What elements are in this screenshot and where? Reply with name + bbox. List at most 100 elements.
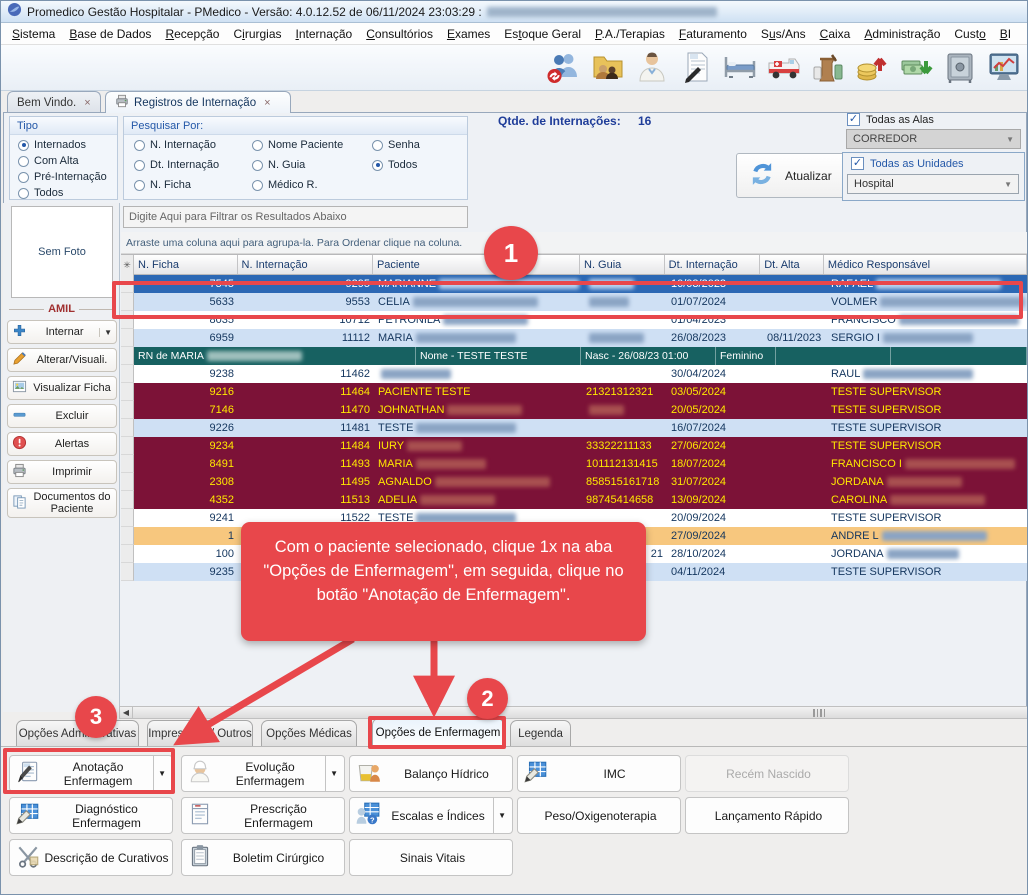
button-evolu-o-enfermagem[interactable]: Evolução Enfermagem▼	[181, 755, 345, 792]
radio-m-dico-r.[interactable]: Médico R.	[252, 179, 318, 191]
menu-item-caixa[interactable]: Caixa	[813, 25, 858, 43]
tab-registros-de-interna-o[interactable]: Registros de Internação×	[105, 91, 291, 113]
toolbar-contract-icon[interactable]	[676, 49, 716, 89]
menu-item-sistema[interactable]: Sistema	[5, 25, 62, 43]
bottom-tab-op-es-de-enfermagem[interactable]: Opções de Enfermagem	[372, 718, 504, 746]
bottom-tab-op-es-adminstrativas[interactable]: Opções Adminstrativas	[16, 720, 139, 746]
table-row[interactable]: 435211513ADELIA9874541465813/09/2024CARO…	[121, 491, 1027, 509]
horizontal-splitter[interactable]: ◀	[119, 706, 1028, 719]
table-row[interactable]: 92381146230/04/2024RAUL	[121, 365, 1027, 383]
radio-nome-paciente[interactable]: Nome Paciente	[252, 139, 343, 151]
sidebar-button-documentos-do-paciente[interactable]: Documentos do Paciente	[7, 488, 117, 518]
chevron-down-icon[interactable]: ▼	[153, 756, 170, 791]
scroll-left-icon[interactable]: ◀	[120, 707, 133, 718]
button-imc[interactable]: IMC	[517, 755, 681, 792]
radio-todos[interactable]: Todos	[372, 159, 417, 171]
toolbar-ambulance-icon[interactable]	[764, 49, 804, 89]
toolbar-money-down-icon[interactable]	[896, 49, 936, 89]
sidebar-button-alertas[interactable]: Alertas	[7, 432, 117, 456]
table-row[interactable]: 922611481TESTE16/07/2024TESTE SUPERVISOR	[121, 419, 1027, 437]
menu-item-custo[interactable]: Custo	[947, 25, 992, 43]
table-row[interactable]: 924111522TESTE20/09/2024TESTE SUPERVISOR	[121, 509, 1027, 527]
bottom-tab-legenda[interactable]: Legenda	[510, 720, 571, 746]
menu-item-administra-o[interactable]: Administração	[857, 25, 947, 43]
button-escalas-e-ndices[interactable]: ?Escalas e Índices▼	[349, 797, 513, 834]
menu-item-sus-ans[interactable]: Sus/Ans	[754, 25, 813, 43]
button-diagn-stico-enfermagem[interactable]: Diagnóstico Enfermagem	[9, 797, 173, 834]
table-row[interactable]: 56339553CELIA01/07/2024VOLMER	[121, 293, 1027, 311]
menu-item-recep-o[interactable]: Recepção	[158, 25, 226, 43]
filter-input[interactable]: Digite Aqui para Filtrar os Resultados A…	[123, 206, 468, 228]
menu-item-interna-o[interactable]: Internação	[289, 25, 360, 43]
table-row[interactable]: 75459295MARIANNE10/03/2023RAFAEL	[121, 275, 1027, 293]
menu-item-exames[interactable]: Exames	[440, 25, 497, 43]
toolbar-pharmacy-icon[interactable]	[808, 49, 848, 89]
radio-n.-interna-o[interactable]: N. Internação	[134, 139, 216, 151]
table-row[interactable]: 849111493MARIA10111213141518/07/2024FRAN…	[121, 455, 1027, 473]
menu-item-p-a-terapias[interactable]: P.A./Terapias	[588, 25, 672, 43]
table-row[interactable]: 714611470JOHNATHAN20/05/2024TESTE SUPERV…	[121, 401, 1027, 419]
radio-todos[interactable]: Todos	[18, 187, 117, 199]
bottom-tab-op-es-m-dicas[interactable]: Opções Médicas	[261, 720, 357, 746]
button-prescri-o-enfermagem[interactable]: Prescrição Enfermagem	[181, 797, 345, 834]
column-header-n-ficha[interactable]: N. Ficha	[134, 255, 238, 274]
radio-senha[interactable]: Senha	[372, 139, 420, 151]
radio-internados[interactable]: Internados	[18, 139, 117, 151]
atualizar-button[interactable]: Atualizar	[736, 153, 856, 198]
unidade-select[interactable]: Hospital ▼	[847, 174, 1019, 194]
menu-item-cirurgias[interactable]: Cirurgias	[226, 25, 288, 43]
bottom-tab-impress-es-outros[interactable]: Impressões / Outros	[147, 720, 253, 746]
menu-item-consult-rios[interactable]: Consultórios	[359, 25, 440, 43]
table-row[interactable]: 695911112MARIA26/08/202308/11/2023SERGIO…	[121, 329, 1027, 347]
button-descri-o-de-curativos[interactable]: Descrição de Curativos	[9, 839, 173, 876]
button-lan-amento-r-pido[interactable]: Lançamento Rápido	[685, 797, 849, 834]
radio-com-alta[interactable]: Com Alta	[18, 155, 117, 167]
column-header-dt-alta[interactable]: Dt. Alta	[760, 255, 824, 274]
menu-item-base-de-dados[interactable]: Base de Dados	[62, 25, 158, 43]
radio-n.-guia[interactable]: N. Guia	[252, 159, 305, 171]
menu-item-faturamento[interactable]: Faturamento	[672, 25, 754, 43]
todas-unidades-checkbox[interactable]: ✓ Todas as Unidades	[851, 157, 964, 170]
column-header-paciente[interactable]: Paciente	[373, 255, 580, 274]
radio-pré-internaç-o[interactable]: Pré-Internação	[18, 171, 117, 183]
sidebar-button-visualizar-ficha[interactable]: Visualizar Ficha	[7, 376, 117, 400]
menu-item-estoque-geral[interactable]: Estoque Geral	[497, 25, 588, 43]
ala-select[interactable]: CORREDOR ▼	[846, 129, 1021, 149]
table-row[interactable]: RN de MARIANome - TESTE TESTENasc - 26/0…	[121, 347, 1027, 365]
column-header-m-dico-respons-vel[interactable]: Médico Responsável	[824, 255, 1027, 274]
button-anota-o-enfermagem[interactable]: Anotação Enfermagem▼	[9, 755, 173, 792]
table-row[interactable]: 923411484IURY3332221113327/06/2024TESTE …	[121, 437, 1027, 455]
column-header-dt-interna-o[interactable]: Dt. Internação	[665, 255, 761, 274]
toolbar-doctor-icon[interactable]	[632, 49, 672, 89]
toolbar-money-up-icon[interactable]	[852, 49, 892, 89]
todas-alas-checkbox[interactable]: ✓ Todas as Alas	[847, 113, 934, 126]
button-balan-o-h-drico[interactable]: Balanço Hídrico	[349, 755, 513, 792]
menu-item-bi[interactable]: BI	[993, 25, 1018, 43]
sidebar-button-alterar-visuali-[interactable]: Alterar/Visuali.	[7, 348, 117, 372]
chevron-down-icon[interactable]: ▼	[99, 328, 114, 337]
sidebar-button-excluir[interactable]: Excluir	[7, 404, 117, 428]
column-header-n-guia[interactable]: N. Guia	[580, 255, 665, 274]
chevron-down-icon[interactable]: ▼	[493, 798, 510, 833]
table-row[interactable]: 921611464PACIENTE TESTE2132131232103/05/…	[121, 383, 1027, 401]
toolbar-hospital-bed-icon[interactable]	[720, 49, 760, 89]
close-icon[interactable]: ×	[84, 97, 90, 109]
column-header-n-interna-o[interactable]: N. Internação	[238, 255, 373, 274]
toolbar-bi-chart-icon[interactable]	[984, 49, 1024, 89]
toolbar-folder-users-icon[interactable]	[588, 49, 628, 89]
toolbar-safe-icon[interactable]	[940, 49, 980, 89]
radio-n.-ficha[interactable]: N. Ficha	[134, 179, 191, 191]
button-sinais-vitais[interactable]: Sinais Vitais	[349, 839, 513, 876]
sidebar-button-imprimir[interactable]: Imprimir	[7, 460, 117, 484]
close-icon[interactable]: ×	[264, 97, 270, 109]
table-row[interactable]: 923504/11/2024TESTE SUPERVISOR	[121, 563, 1027, 581]
chevron-down-icon[interactable]: ▼	[325, 756, 342, 791]
sidebar-button-internar[interactable]: Internar▼	[7, 320, 117, 344]
table-row[interactable]: 803510712PETRONILA01/04/2023FRANCISCO	[121, 311, 1027, 329]
table-row[interactable]: 1002128/10/2024JORDANA	[121, 545, 1027, 563]
table-row[interactable]: 127/09/2024ANDRE L	[121, 527, 1027, 545]
toolbar-users-sync-icon[interactable]	[544, 49, 584, 89]
table-row[interactable]: 230811495AGNALDO85851516171831/07/2024JO…	[121, 473, 1027, 491]
button-boletim-cir-rgico[interactable]: Boletim Cirúrgico	[181, 839, 345, 876]
radio-dt.-interna-o[interactable]: Dt. Internação	[134, 159, 219, 171]
